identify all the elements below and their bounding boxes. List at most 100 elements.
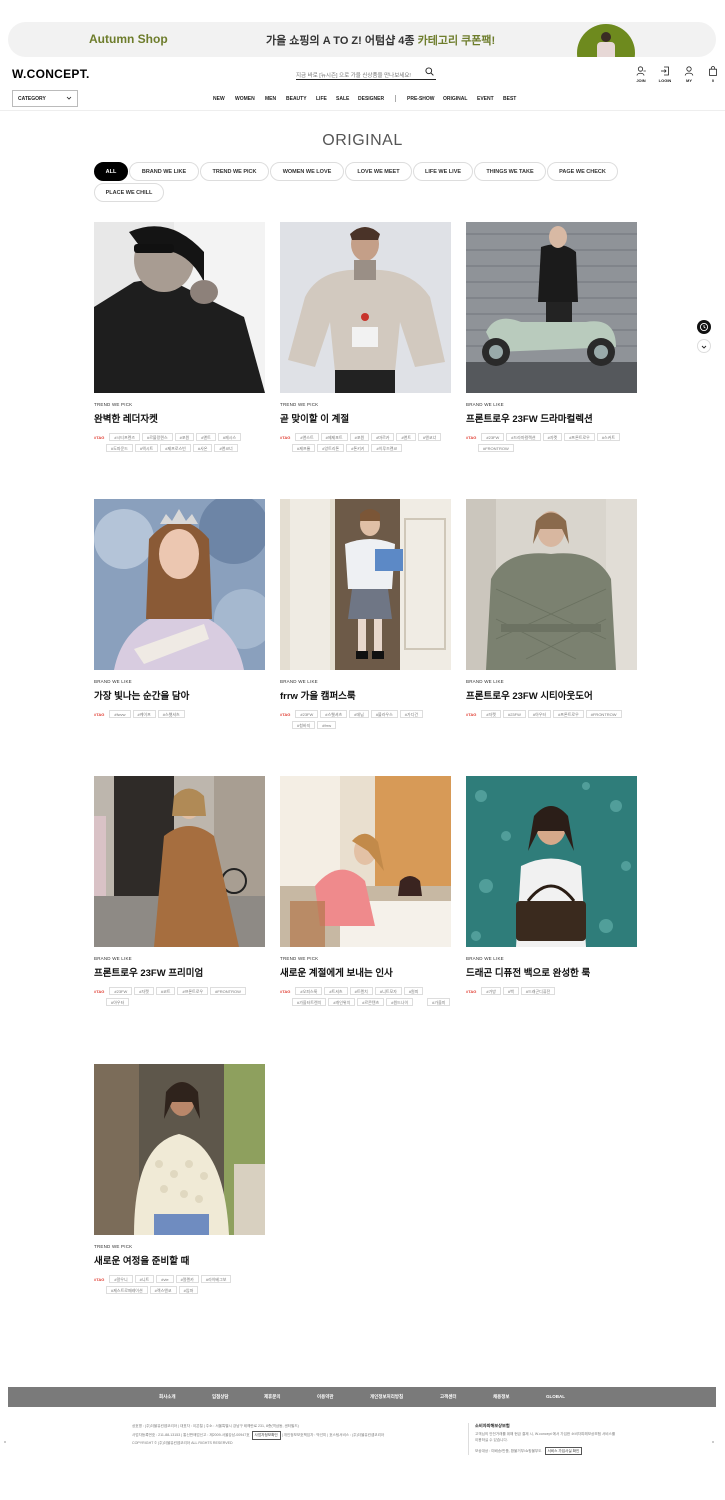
nav-pre-show[interactable]: PRE-SHOW <box>407 96 435 102</box>
tag-chip[interactable]: #포원 <box>349 433 370 441</box>
tag-chip[interactable]: #포원 <box>174 433 195 441</box>
nav-designer[interactable]: DESIGNER <box>358 96 384 102</box>
search-icon[interactable] <box>425 67 434 76</box>
tag-chip[interactable]: #vie <box>156 1275 174 1283</box>
tag-chip[interactable]: #원드나이 <box>386 998 414 1006</box>
article-photo[interactable] <box>94 776 265 947</box>
tag-chip[interactable]: #가방 <box>481 987 501 995</box>
article-photo[interactable] <box>466 776 637 947</box>
site-logo[interactable]: W.CONCEPT. <box>12 67 90 81</box>
tag-chip[interactable]: #제프로스빈 <box>160 444 191 452</box>
article-title[interactable]: 프론트로우 23FW 드라마컬렉션 <box>466 411 637 425</box>
tag-chip[interactable]: #톤키키 <box>346 444 370 452</box>
tag-chip[interactable]: #개인위치 <box>328 998 356 1006</box>
cart-button[interactable]: 0 <box>703 66 723 83</box>
tag-chip[interactable]: #얼렌카 <box>175 1275 199 1283</box>
filter-brand-we-like[interactable]: BRAND WE LIKE <box>129 162 199 181</box>
tag-chip[interactable]: #프론트로우 <box>553 710 584 718</box>
join-button[interactable]: JOIN <box>631 66 651 83</box>
article-card[interactable]: BRAND WE LIKE frrw 가을 캠퍼스룩 #TAG #23FW #스… <box>280 499 451 729</box>
nav-event[interactable]: EVENT <box>477 96 494 102</box>
tag-chip[interactable]: #앤트 <box>196 433 216 441</box>
filter-page-we-check[interactable]: PAGE WE CHECK <box>547 162 618 181</box>
nav-beauty[interactable]: BEAUTY <box>286 96 307 102</box>
filter-women-we-love[interactable]: WOMEN WE LOVE <box>270 162 344 181</box>
article-title[interactable]: 새로운 여정을 준비할 때 <box>94 1253 265 1267</box>
tag-chip[interactable]: #임파 <box>178 1286 199 1294</box>
tag-chip[interactable]: #코트 <box>155 987 176 995</box>
article-photo[interactable] <box>466 499 637 670</box>
tag-chip[interactable]: #알우니 <box>109 1275 133 1283</box>
filter-place-we-chill[interactable]: PLACE WE CHILL <box>94 183 164 202</box>
tag-chip[interactable]: #23FW <box>481 433 505 441</box>
tag-chip[interactable]: #frrw <box>317 721 337 729</box>
footer-link-terms[interactable]: 이용약관 <box>317 1394 334 1400</box>
tag-chip[interactable]: #스웻셔츠 <box>320 710 348 718</box>
tag-chip[interactable]: #앤코너 <box>418 433 442 441</box>
biz-info-check-button[interactable]: 사업자정보확인 <box>251 1430 281 1440</box>
tag-chip[interactable]: #제제포트 <box>320 433 348 441</box>
tag-chip[interactable]: #가디건 <box>399 710 424 718</box>
article-photo[interactable] <box>280 222 451 393</box>
nav-life[interactable]: LIFE <box>316 96 327 102</box>
nav-men[interactable]: MEN <box>265 96 276 102</box>
tag-chip[interactable]: #앤스트 <box>295 433 319 441</box>
article-card[interactable]: BRAND WE LIKE 프론트로우 23FW 시티아웃도어 #TAG #자켓… <box>466 499 637 718</box>
article-title[interactable]: 드래곤 디퓨전 백으로 완성한 룩 <box>466 965 637 979</box>
footer-link-partner[interactable]: 입점상담 <box>212 1394 229 1400</box>
nav-best[interactable]: BEST <box>503 96 516 102</box>
tag-chip[interactable]: #오피스룩 <box>295 987 323 995</box>
tag-chip[interactable]: #케이프 <box>132 710 156 718</box>
footer-link-company[interactable]: 회사소개 <box>159 1394 176 1400</box>
article-photo[interactable] <box>94 222 265 393</box>
tag-chip[interactable]: #블라우스 <box>370 710 398 718</box>
filter-love-we-meet[interactable]: LOVE WE MEET <box>345 162 412 181</box>
nav-sale[interactable]: SALE <box>336 96 349 102</box>
tag-chip[interactable]: #아우터 <box>106 998 130 1006</box>
top-promo-banner[interactable]: Autumn Shop 가을 쇼핑의 A TO Z! 어텀샵 4종 카테고리 쿠… <box>8 22 716 57</box>
tag-chip[interactable]: #FRONTROW <box>585 710 622 718</box>
article-photo[interactable] <box>280 776 451 947</box>
footer-link-alliance[interactable]: 제휴문의 <box>264 1394 281 1400</box>
article-card[interactable]: BRAND WE LIKE 프론트로우 23FW 드라마컬렉션 #TAG #23… <box>466 222 637 452</box>
tag-chip[interactable]: #제시스 <box>217 433 242 441</box>
tag-chip[interactable]: #23FW <box>295 710 319 718</box>
footer-link-privacy[interactable]: 개인정보처리방침 <box>370 1394 403 1400</box>
tag-chip[interactable]: #FRONTROW <box>210 987 246 995</box>
tag-chip[interactable]: #도파운드 <box>106 444 133 452</box>
tag-chip[interactable]: #사온 <box>192 444 213 452</box>
article-title[interactable]: 프론트로우 23FW 시티아웃도어 <box>466 688 637 702</box>
tag-chip[interactable]: #이루즈랜코 <box>371 444 403 452</box>
tag-chip[interactable]: #가을터트렌치 <box>292 998 327 1006</box>
tag-chip[interactable]: #니트모자 <box>374 987 402 995</box>
tag-chip[interactable]: #라이베그보 <box>200 1275 232 1283</box>
article-title[interactable]: 가장 빛나는 순간을 담아 <box>94 688 265 702</box>
tag-chip[interactable]: #제스트로페레이션 <box>106 1286 148 1294</box>
tag-chip[interactable]: #앤트 <box>396 433 417 441</box>
search-bar[interactable] <box>296 64 436 80</box>
nav-women[interactable]: WOMEN <box>235 96 255 102</box>
tag-chip[interactable]: #트렌치 <box>349 987 373 995</box>
article-card[interactable]: TREND WE PICK 곧 맞이할 이 계절 #TAG #앤스트 #제제포트… <box>280 222 451 452</box>
article-title[interactable]: 프론트로우 23FW 프리미엄 <box>94 965 265 979</box>
tag-chip[interactable]: #아우터 <box>527 710 552 718</box>
tag-chip[interactable]: #프론트로우 <box>177 987 209 995</box>
category-dropdown[interactable]: CATEGORY <box>12 90 78 107</box>
filter-life-we-live[interactable]: LIFE WE LIVE <box>413 162 473 181</box>
my-page-button[interactable]: MY <box>679 66 699 83</box>
article-card[interactable]: BRAND WE LIKE 프론트로우 23FW 프리미엄 #TAG #23FW… <box>94 776 265 1006</box>
tag-chip[interactable]: #청바지 <box>292 721 316 729</box>
article-card[interactable]: TREND WE PICK 새로운 여정을 준비할 때 #TAG #알우니 #니… <box>94 1064 265 1294</box>
tag-chip[interactable]: #프론트로우 <box>564 433 595 441</box>
nav-new[interactable]: NEW <box>213 96 225 102</box>
search-input[interactable] <box>296 69 420 79</box>
article-title[interactable]: 곧 맞이할 이 계절 <box>280 411 451 425</box>
tag-chip[interactable]: #23FW <box>109 987 133 995</box>
tag-chip[interactable]: #원피 <box>403 987 424 995</box>
article-title[interactable]: frrw 가을 캠퍼스룩 <box>280 688 451 702</box>
recent-view-button[interactable] <box>697 320 711 334</box>
tag-chip[interactable]: #자켓 <box>542 433 563 441</box>
tag-chip[interactable]: #시티프렌즈 <box>109 433 140 441</box>
service-check-button[interactable]: 서비스 가입사실 확인 <box>544 1446 583 1455</box>
tag-chip[interactable]: #앤코너 <box>214 444 238 452</box>
